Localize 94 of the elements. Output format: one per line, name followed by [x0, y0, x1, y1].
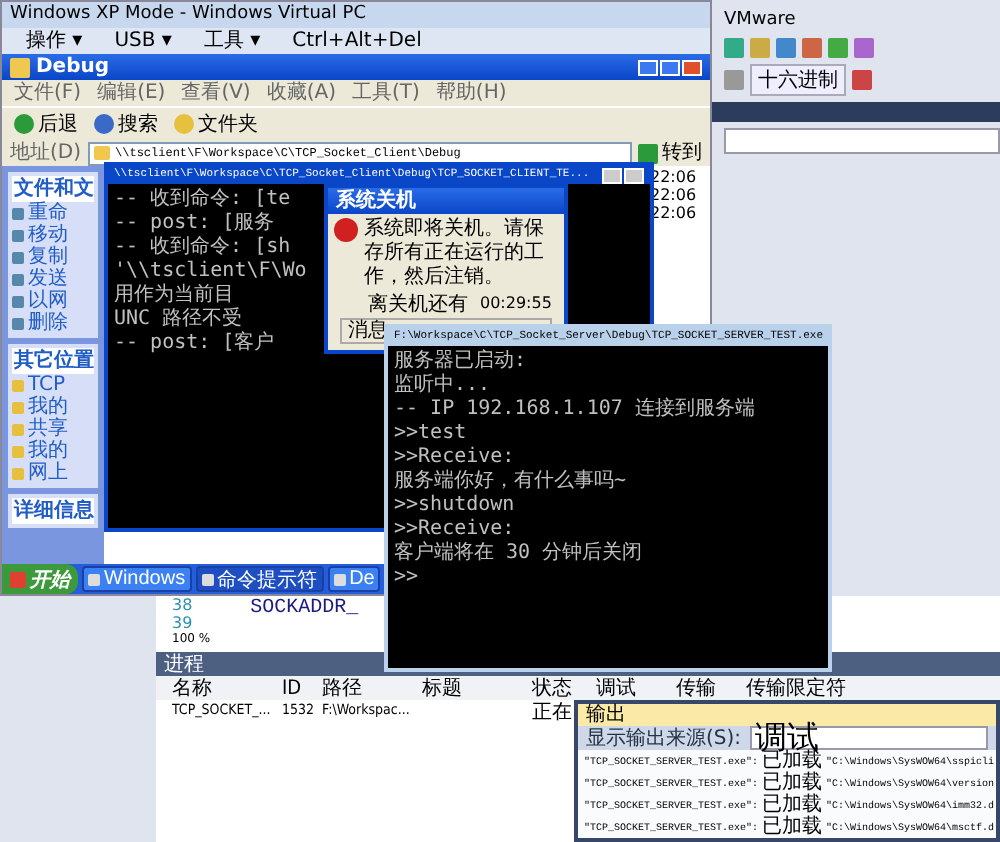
place-link[interactable]: TCP [28, 374, 66, 396]
place-link[interactable]: 我的 [28, 396, 68, 418]
toolbar-button[interactable]: 搜索 [94, 113, 158, 135]
column-header[interactable]: ID [282, 677, 322, 699]
console-line: -- post: [服务 [114, 212, 275, 236]
column-header[interactable]: 路径 [322, 677, 422, 699]
console-line: UNC 路径不受 [114, 308, 243, 331]
column-header[interactable]: 状态 [532, 677, 596, 699]
column-header[interactable]: 标题 [422, 677, 532, 699]
output-status: 已加载 [762, 772, 823, 794]
toolbar-icon[interactable] [724, 37, 744, 58]
close-button[interactable] [682, 59, 702, 75]
panel-title: 进程 [164, 653, 204, 675]
pane-heading: 其它位置 [12, 348, 94, 374]
column-header[interactable]: 传输限定符 [746, 677, 886, 699]
task-link[interactable]: 发送 [28, 268, 68, 290]
console-line: '\\tsclient\F\Wo [114, 260, 307, 283]
menu-item[interactable]: 编辑(E) [97, 82, 166, 104]
taskbar-button[interactable]: Windows [82, 566, 192, 592]
toolbar-icon[interactable] [750, 37, 770, 58]
menu-item[interactable]: VMware [724, 12, 796, 32]
dialog-title: 系统关机 [336, 190, 416, 212]
start-button[interactable]: 开始 [2, 564, 78, 594]
console-line: -- 收到命令: [te [114, 188, 291, 212]
console-line: >>Receive: [394, 446, 515, 469]
combo-field[interactable] [724, 127, 1000, 154]
menu-item[interactable]: 文件(F) [14, 82, 82, 104]
menu-item[interactable]: 操作 ▾ [26, 30, 83, 52]
toolbar-icon[interactable] [854, 37, 874, 58]
dialog-message: 系统即将关机。请保存所有正在运行的工作，然后注销。 [364, 218, 546, 290]
panel-title: 输出 [586, 704, 626, 726]
place-link[interactable]: 我的 [28, 440, 68, 462]
source-dropdown[interactable]: 调试 [749, 726, 988, 750]
address-label: 地址(D) [10, 142, 82, 164]
console-line: >>shutdown [394, 494, 515, 518]
output-status: 已加载 [762, 816, 823, 838]
console-line: >> [394, 566, 419, 590]
menu-item[interactable]: 工具(T) [352, 82, 420, 104]
taskbar-button[interactable]: 命令提示符 [195, 566, 324, 592]
pane-heading: 文件和文 [12, 176, 94, 202]
folder-icon [10, 57, 30, 77]
column-header[interactable]: 调试 [596, 677, 676, 699]
console-line: 用作为当前目 [114, 284, 234, 307]
toolbar-button[interactable]: 后退 [14, 113, 78, 135]
console-line: 客户端将在 30 分钟后关闭 [394, 542, 643, 566]
menu-item[interactable]: 查看(V) [181, 82, 251, 104]
table-cell: 正在 [532, 701, 572, 723]
menu-item[interactable]: 收藏(A) [266, 82, 336, 104]
toolbar-button[interactable]: 文件夹 [174, 113, 258, 135]
countdown-time: 00:29:55 [480, 296, 552, 314]
toolbar-icon[interactable] [776, 37, 796, 58]
line-number: 39 [172, 615, 195, 633]
task-link[interactable]: 删除 [28, 312, 68, 334]
console-line: 服务端你好，有什么事吗~ [394, 470, 627, 494]
console-line: 监听中... [394, 374, 491, 398]
countdown-label: 离关机还有 [368, 294, 468, 316]
task-link[interactable]: 以网 [28, 290, 68, 312]
column-header[interactable]: 传输 [676, 677, 746, 699]
toolbar-icon[interactable] [828, 37, 848, 58]
console-line: >>test [394, 422, 467, 446]
console-line: -- post: [客户 [114, 332, 275, 356]
go-button[interactable]: 转到 [638, 142, 702, 164]
window-title: Windows XP Mode - Windows Virtual PC [10, 5, 366, 25]
console-line: -- 收到命令: [sh [114, 236, 291, 260]
console-line: -- IP 192.168.1.107 连接到服务端 [394, 398, 755, 422]
place-link[interactable]: 共享 [28, 418, 68, 440]
place-link[interactable]: 网上 [28, 462, 68, 484]
taskbar-button[interactable]: De [327, 566, 381, 592]
error-icon [334, 218, 358, 242]
line-number: 38 [172, 598, 195, 616]
code-text: SOCKADDR_ [250, 598, 359, 624]
menu-item[interactable]: Ctrl+Alt+Del [292, 30, 422, 52]
menu-item[interactable]: 帮助(H) [435, 82, 507, 104]
console-line: >>Receive: [394, 518, 515, 541]
output-status: 已加载 [762, 750, 823, 772]
toolbar-icon[interactable] [802, 37, 822, 58]
console-line: 服务器已启动: [394, 350, 527, 373]
menu-item[interactable]: 工具 ▾ [203, 30, 261, 52]
hex-button[interactable]: 十六进制 [750, 63, 846, 96]
menu-item[interactable]: USB ▾ [114, 30, 172, 52]
minimize-button[interactable] [638, 59, 658, 75]
task-link[interactable]: 移动 [28, 224, 68, 246]
column-header[interactable]: 名称 [172, 677, 282, 699]
maximize-button[interactable] [660, 59, 680, 75]
toolbar-icon[interactable] [724, 69, 744, 90]
window-title: Debug [36, 56, 110, 78]
task-link[interactable]: 重命 [28, 202, 68, 224]
task-link[interactable]: 复制 [28, 246, 68, 268]
toolbar-icon[interactable] [852, 69, 872, 90]
close-button[interactable] [624, 167, 644, 183]
source-label: 显示输出来源(S): [586, 727, 742, 749]
pane-heading: 详细信息 [12, 498, 94, 524]
minimize-button[interactable] [602, 167, 622, 183]
output-status: 已加载 [762, 794, 823, 816]
